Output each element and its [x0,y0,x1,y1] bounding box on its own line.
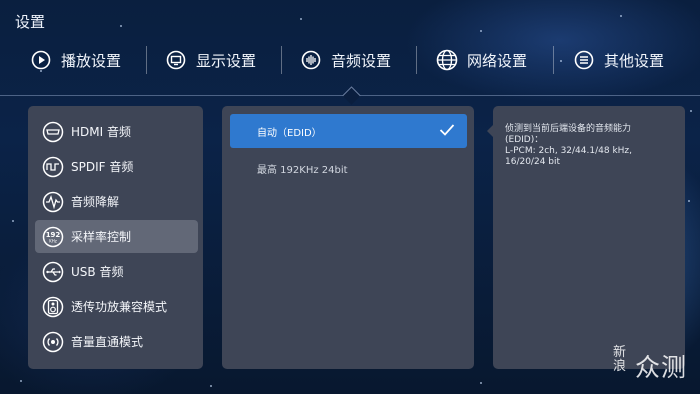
sidebar-item-label: 采样率控制 [71,230,132,244]
tab-label: 网络设置 [467,51,528,70]
option-max-192khz[interactable]: 最高 192KHz 24bit [230,151,467,185]
sample-rate-icon: 192 KHz [42,226,64,248]
description-line: (EDID)： [505,135,544,145]
tab-separator [281,46,282,74]
sidebar-item-label: 音频降解 [71,195,120,209]
option-auto-edid[interactable]: 自动（EDID） [230,114,467,148]
tab-audio-settings[interactable]: 音频设置 [300,40,391,80]
watermark-part2: 众测 [635,353,688,382]
sidebar-item-audio-downmix[interactable]: 音频降解 [35,185,198,218]
tab-display-settings[interactable]: 显示设置 [165,40,256,80]
description-panel: 侦测到当前后端设备的音频能力 (EDID)： L-PCM: 2ch, 32/44… [493,106,685,369]
settings-tabs: 播放设置 显示设置 音频设置 网络设置 其他设置 [0,40,700,80]
tab-separator [146,46,147,74]
sidebar-item-sample-rate[interactable]: 192 KHz 采样率控制 [35,220,198,253]
sample-rate-options-panel: 自动（EDID） 最高 192KHz 24bit [222,106,474,369]
display-icon [165,49,187,71]
sidebar-item-hdmi-audio[interactable]: HDMI 音频 [35,115,198,148]
amplifier-icon [42,296,64,318]
hdmi-icon [42,121,64,143]
sidebar-item-label: 透传功放兼容模式 [71,300,168,314]
sample-rate-icon-unit: KHz [49,238,57,243]
watermark-logo: 新浪 众测 [613,346,693,386]
sidebar-item-spdif-audio[interactable]: SPDIF 音频 [35,150,198,183]
tab-label: 播放设置 [61,51,122,70]
description-line: L-PCM: 2ch, 32/44.1/48 kHz, [505,146,633,156]
option-label: 自动（EDID） [257,127,322,139]
sidebar-item-usb-audio[interactable]: USB 音频 [35,255,198,288]
sidebar-item-label: 音量直通模式 [71,335,144,349]
active-tab-pointer [342,86,361,105]
play-icon [30,49,52,71]
waveform-icon [42,191,64,213]
tab-playback-settings[interactable]: 播放设置 [30,40,121,80]
tab-other-settings[interactable]: 其他设置 [573,40,664,80]
sidebar-item-label: USB 音频 [71,265,124,279]
audio-settings-sidebar: HDMI 音频 SPDIF 音频 音频降解 192 KHz 采样率控制 USB 音… [28,106,203,369]
watermark-part1: 新浪 [613,345,627,374]
description-line: 侦测到当前后端设备的音频能力 [505,124,632,134]
tab-label: 其他设置 [604,51,665,70]
tab-separator [553,46,554,74]
globe-icon [436,49,458,71]
tab-label: 显示设置 [196,51,257,70]
tab-label: 音频设置 [331,51,392,70]
checkmark-icon [439,123,455,140]
audio-wave-icon [300,49,322,71]
tab-separator [416,46,417,74]
page-title: 设置 [15,13,46,31]
volume-passthrough-icon [42,331,64,353]
usb-icon [42,261,64,283]
option-label: 最高 192KHz 24bit [257,164,348,176]
description-text: 侦测到当前后端设备的音频能力 (EDID)： L-PCM: 2ch, 32/44… [505,124,675,168]
sidebar-item-label: SPDIF 音频 [71,160,134,174]
tab-network-settings[interactable]: 网络设置 [436,40,527,80]
sidebar-item-label: HDMI 音频 [71,125,131,139]
description-line: 16/20/24 bit [505,157,561,167]
spdif-icon [42,156,64,178]
sidebar-item-amp-compat-mode[interactable]: 透传功放兼容模式 [35,290,198,323]
sidebar-item-volume-passthrough[interactable]: 音量直通模式 [35,325,198,358]
menu-icon [573,49,595,71]
